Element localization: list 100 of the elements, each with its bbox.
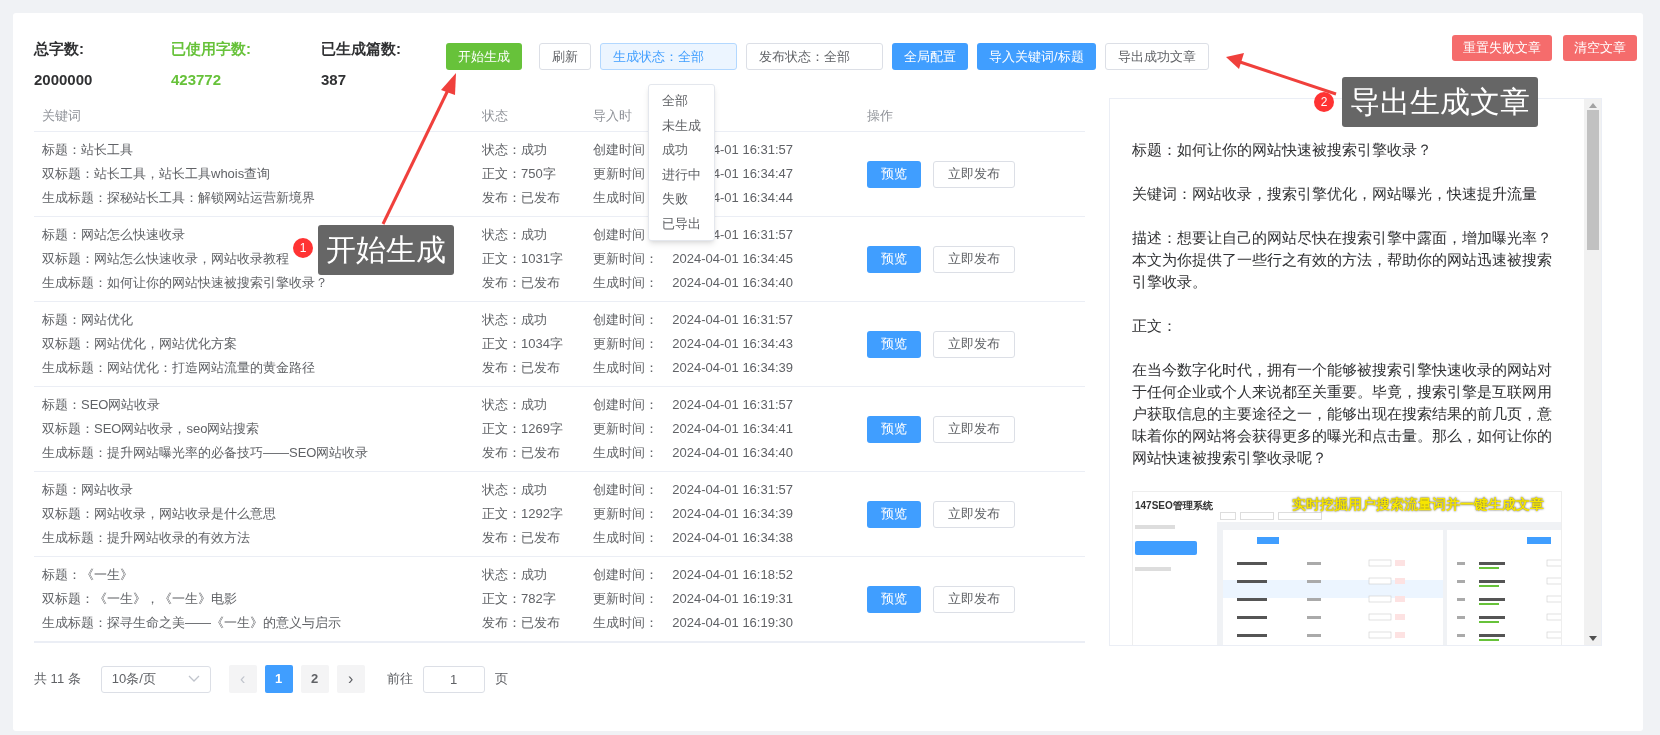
time-label: 生成时间： xyxy=(593,444,658,462)
time-value: 2024-04-01 16:34:41 xyxy=(672,420,793,438)
page-button[interactable]: 2 xyxy=(300,665,329,693)
sidebar-item xyxy=(1135,525,1175,529)
table-cell-text: 状态：成功 xyxy=(482,226,547,244)
sidebar-item xyxy=(1135,567,1171,571)
column-header: 操作 xyxy=(867,107,893,123)
table-cell-text: 生成标题：提升网站曝光率的必备技巧——SEO网站收录 xyxy=(42,444,369,462)
menu-item[interactable]: 未生成 xyxy=(649,113,714,138)
stat-label: 已生成篇数: xyxy=(321,39,401,59)
time-value: 2024-04-01 16:19:31 xyxy=(672,590,793,608)
menu-item[interactable]: 失败 xyxy=(649,187,714,212)
table-cell-text: 双标题：网站优化，网站优化方案 xyxy=(42,335,237,353)
time-value: 2024-04-01 16:34:39 xyxy=(672,359,793,377)
time-value: 2024-04-01 16:34:45 xyxy=(672,250,793,268)
time-label: 生成时间： xyxy=(593,614,658,632)
publish-button[interactable]: 立即发布 xyxy=(933,585,1015,613)
toolbar-button[interactable]: 导出成功文章 xyxy=(1104,43,1209,70)
menu-item[interactable]: 已导出 xyxy=(649,211,714,236)
article-paragraph: 标题：如何让你的网站快速被搜索引擎收录？ xyxy=(1132,141,1433,160)
time-label: 创建时间： xyxy=(593,396,658,414)
publish-button[interactable]: 立即发布 xyxy=(933,500,1015,528)
time-label: 更新时间： xyxy=(593,505,658,523)
time-label: 更新时间： xyxy=(593,420,658,438)
app-title: 147SEO管理系统 xyxy=(1135,499,1214,513)
banner-text: 实时挖掘用户搜索流量词并一键生成文章 xyxy=(1292,495,1544,514)
table-cell-text: 正文：1034字 xyxy=(482,335,563,353)
next-page-button[interactable]: › xyxy=(336,665,365,693)
time-value: 2024-04-01 16:34:39 xyxy=(672,505,793,523)
toolbar-button[interactable]: 刷新 xyxy=(539,43,591,70)
table-cell-text: 状态：成功 xyxy=(482,566,547,584)
publish-button[interactable]: 立即发布 xyxy=(933,160,1015,188)
scrollbar-thumb[interactable] xyxy=(1586,110,1599,250)
table-cell-text: 生成标题：如何让你的网站快速被搜索引擎收录？ xyxy=(42,274,328,292)
table-cell-text: 正文：1269字 xyxy=(482,420,563,438)
time-value: 2024-04-01 16:34:40 xyxy=(672,274,793,292)
time-label: 生成时间： xyxy=(593,529,658,547)
time-label: 生成时间： xyxy=(593,274,658,292)
table-cell-text: 标题：网站怎么快速收录 xyxy=(42,226,185,244)
callout-label: 开始生成 xyxy=(318,225,454,275)
table-cell-text: 生成标题：探秘站长工具：解锁网站运营新境界 xyxy=(42,189,315,207)
publish-button[interactable]: 立即发布 xyxy=(933,245,1015,273)
time-label: 更新时间： xyxy=(593,250,658,268)
time-value: 2024-04-01 16:19:30 xyxy=(672,614,793,632)
page-size-select[interactable]: 10条/页 xyxy=(100,665,211,693)
table-cell-text: 发布：已发布 xyxy=(482,444,560,462)
table-cell-text: 状态：成功 xyxy=(482,481,547,499)
table-cell-text: 生成标题：探寻生命之美——《一生》的意义与启示 xyxy=(42,614,341,632)
time-value: 2024-04-01 16:34:38 xyxy=(672,529,793,547)
table-cell-text: 双标题：网站怎么快速收录，网站收录教程 xyxy=(42,250,289,268)
total-count: 共 11 条 xyxy=(34,670,81,689)
scrollbar[interactable] xyxy=(1584,99,1601,645)
table-cell-text: 正文：750字 xyxy=(482,165,556,183)
table-cell-text: 双标题：网站收录，网站收录是什么意思 xyxy=(42,505,276,523)
table-cell-text: 双标题：SEO网站收录，seo网站搜索 xyxy=(42,420,260,438)
time-label: 创建时间： xyxy=(593,566,658,584)
table-cell-text: 发布：已发布 xyxy=(482,189,560,207)
stat-value: 387 xyxy=(321,69,347,90)
time-label: 更新时间： xyxy=(593,335,658,353)
publish-button[interactable]: 立即发布 xyxy=(933,415,1015,443)
article-paragraph: 描述：想要让自己的网站尽快在搜索引擎中露面，增加曝光率？本文为你提供了一些行之有效的方法，帮助你的网站迅速被搜索引擎收录。 xyxy=(1132,229,1553,292)
menu-item[interactable]: 进行中 xyxy=(649,162,714,187)
time-label: 创建时间： xyxy=(593,481,658,499)
publish-button[interactable]: 立即发布 xyxy=(933,330,1015,358)
time-label: 生成时间 xyxy=(593,189,645,207)
table-cell-text: 发布：已发布 xyxy=(482,614,560,632)
table-cell-text: 正文：782字 xyxy=(482,590,556,608)
stat-value: 2000000 xyxy=(34,69,93,90)
table-cell-text: 双标题：站长工具，站长工具whois查询 xyxy=(42,165,271,183)
time-value: 2024-04-01 16:31:57 xyxy=(672,396,793,414)
tab-drawing xyxy=(1220,512,1236,520)
article-paragraph: 在当今数字化时代，拥有一个能够被搜索引擎快速收录的网站对于任何企业或个人来说都至关重要。毕竟，搜索引擎是互联网用户获取信息的主要途径之一，能够出现在搜索结果的前几页，意味着你的网站将会获得更多的曝光和点击量。那么，如何让你的网站快速被搜索引擎收录呢？ xyxy=(1132,361,1553,468)
table-cell-text: 状态：成功 xyxy=(482,396,547,414)
time-value: 2024-04-01 16:31:57 xyxy=(672,311,793,329)
table-cell-text: 生成标题：网站优化：打造网站流量的黄金路径 xyxy=(42,359,315,377)
table-cell-text: 双标题：《一生》，《一生》电影 xyxy=(42,590,237,608)
menu-item[interactable]: 全部 xyxy=(649,89,714,114)
stat-label: 总字数: xyxy=(34,39,84,59)
table-cell-text: 状态：成功 xyxy=(482,141,547,159)
status-select[interactable]: 发布状态：全部 xyxy=(746,43,883,70)
stat-label: 已使用字数: xyxy=(171,39,251,59)
menu-item[interactable]: 成功 xyxy=(649,138,714,163)
table-cell-text: 标题：《一生》 xyxy=(42,566,133,584)
table-cell-text: 发布：已发布 xyxy=(482,359,560,377)
table-cell-text: 生成标题：提升网站收录的有效方法 xyxy=(42,529,250,547)
table-cell-text: 标题：SEO网站收录 xyxy=(42,396,161,414)
time-value: 2024-04-01 16:18:52 xyxy=(672,566,793,584)
time-value: 2024-04-01 16:34:43 xyxy=(672,335,793,353)
table-cell-text: 正文：1292字 xyxy=(482,505,563,523)
sidebar-item xyxy=(1135,541,1197,555)
time-label: 创建时间 xyxy=(593,226,645,244)
tab-drawing xyxy=(1240,512,1274,520)
column-header: 关键词 xyxy=(42,107,81,123)
time-label: 更新时间： xyxy=(593,590,658,608)
goto-page-field[interactable]: 1 xyxy=(422,665,485,693)
scroll-down-icon[interactable] xyxy=(1588,636,1597,641)
table-cell-text: 标题：网站收录 xyxy=(42,481,133,499)
table-cell-text: 标题：站长工具 xyxy=(42,141,133,159)
column-header: 状态 xyxy=(482,107,508,123)
stat-value: 423772 xyxy=(171,69,222,90)
